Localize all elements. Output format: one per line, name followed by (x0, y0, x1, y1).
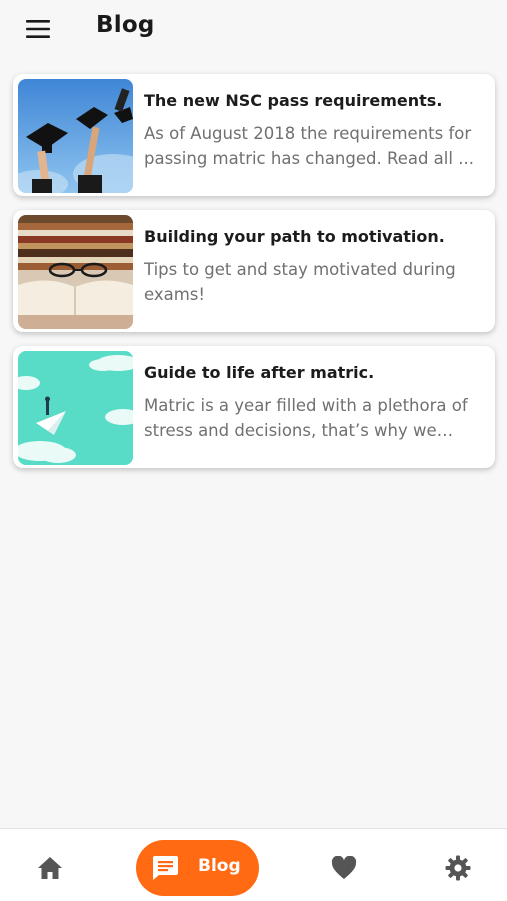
post-thumbnail-books (18, 215, 133, 329)
post-excerpt: Tips to get and stay motivated during ex… (144, 260, 456, 304)
post-excerpt: Matric is a year filled with a plethora … (144, 396, 468, 440)
nav-favorites-button[interactable] (330, 854, 358, 882)
nav-settings-button[interactable] (444, 854, 472, 882)
post-thumbnail-paper-plane (18, 351, 133, 465)
post-title: The new NSC pass requirements. (144, 91, 443, 110)
post-excerpt: As of August 2018 the requirements for p… (144, 124, 474, 168)
page-title: Blog (96, 12, 155, 38)
nav-blog-button[interactable]: Blog (136, 840, 259, 896)
blog-post-card[interactable]: Guide to life after matric. Matric is a … (13, 346, 495, 468)
gear-icon (445, 855, 471, 881)
nav-blog-label: Blog (198, 856, 241, 876)
nav-home-button[interactable] (36, 854, 64, 882)
post-title: Guide to life after matric. (144, 363, 375, 382)
chat-icon (152, 856, 178, 880)
blog-post-card[interactable]: Building your path to motivation. Tips t… (13, 210, 495, 332)
blog-post-card[interactable]: The new NSC pass requirements. As of Aug… (13, 74, 495, 196)
post-title: Building your path to motivation. (144, 227, 445, 246)
menu-icon (26, 20, 50, 38)
app-bar: Blog (0, 0, 507, 58)
home-icon (38, 857, 62, 879)
menu-button[interactable] (22, 16, 54, 42)
heart-icon (331, 856, 357, 879)
post-thumbnail-graduation (18, 79, 133, 193)
bottom-navigation: Blog (0, 828, 507, 901)
